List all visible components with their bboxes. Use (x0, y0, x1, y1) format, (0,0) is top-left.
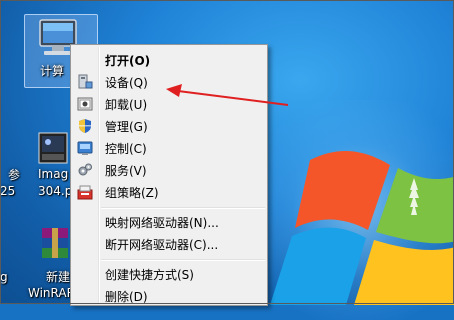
menu-item-group-policy[interactable]: 组策略(Z) (73, 181, 265, 203)
menu-item-manage[interactable]: 管理(G) (73, 115, 265, 137)
image-file-icon[interactable] (38, 132, 68, 166)
windows-logo (270, 150, 454, 305)
menu-item-label: 映射网络驱动器(N)... (105, 216, 219, 230)
group-policy-icon (77, 185, 93, 200)
computer-icon-label: 计算 (40, 64, 65, 78)
winrar-label-1: 新建 (46, 270, 71, 284)
annotation-arrow (166, 84, 289, 106)
desktop-label-partial: 参 (8, 168, 21, 182)
menu-separator (101, 259, 265, 261)
image-file-label-2: 304.p (38, 184, 73, 198)
menu-item-control[interactable]: 控制(C) (73, 137, 265, 159)
menu-separator (101, 207, 265, 209)
winrar-archive-icon[interactable] (40, 226, 70, 262)
menu-item-label: 控制(C) (105, 142, 147, 156)
image-file-label: Imag (38, 167, 69, 181)
device-manager-icon (78, 74, 93, 89)
control-panel-icon (77, 141, 93, 155)
menu-item-services[interactable]: 服务(V) (73, 159, 265, 181)
uninstall-icon (77, 97, 93, 111)
menu-item-map-network-drive[interactable]: 映射网络驱动器(N)... (73, 211, 265, 233)
menu-item-label: 组策略(Z) (105, 186, 159, 200)
shield-icon (79, 119, 91, 133)
menu-item-open[interactable]: 打开(O) (73, 49, 265, 71)
menu-item-label: 卸载(U) (105, 98, 148, 112)
winrar-label-2: WinRAR (28, 286, 75, 300)
desktop-label-partial: g (0, 270, 8, 284)
menu-item-label: 服务(V) (105, 164, 147, 178)
menu-item-label: 管理(G) (105, 120, 148, 134)
menu-item-label: 断开网络驱动器(C)... (105, 238, 219, 252)
gear-icon (78, 163, 92, 176)
menu-item-label: 创建快捷方式(S) (105, 268, 194, 282)
menu-item-label: 删除(D) (105, 290, 148, 304)
menu-item-create-shortcut[interactable]: 创建快捷方式(S) (73, 263, 265, 285)
menu-item-disconnect-network-drive[interactable]: 断开网络驱动器(C)... (73, 233, 265, 255)
menu-item-label: 设备(Q) (105, 76, 148, 90)
desktop-label-partial: 25 (0, 184, 16, 198)
menu-item-label: 打开(O) (105, 54, 151, 68)
